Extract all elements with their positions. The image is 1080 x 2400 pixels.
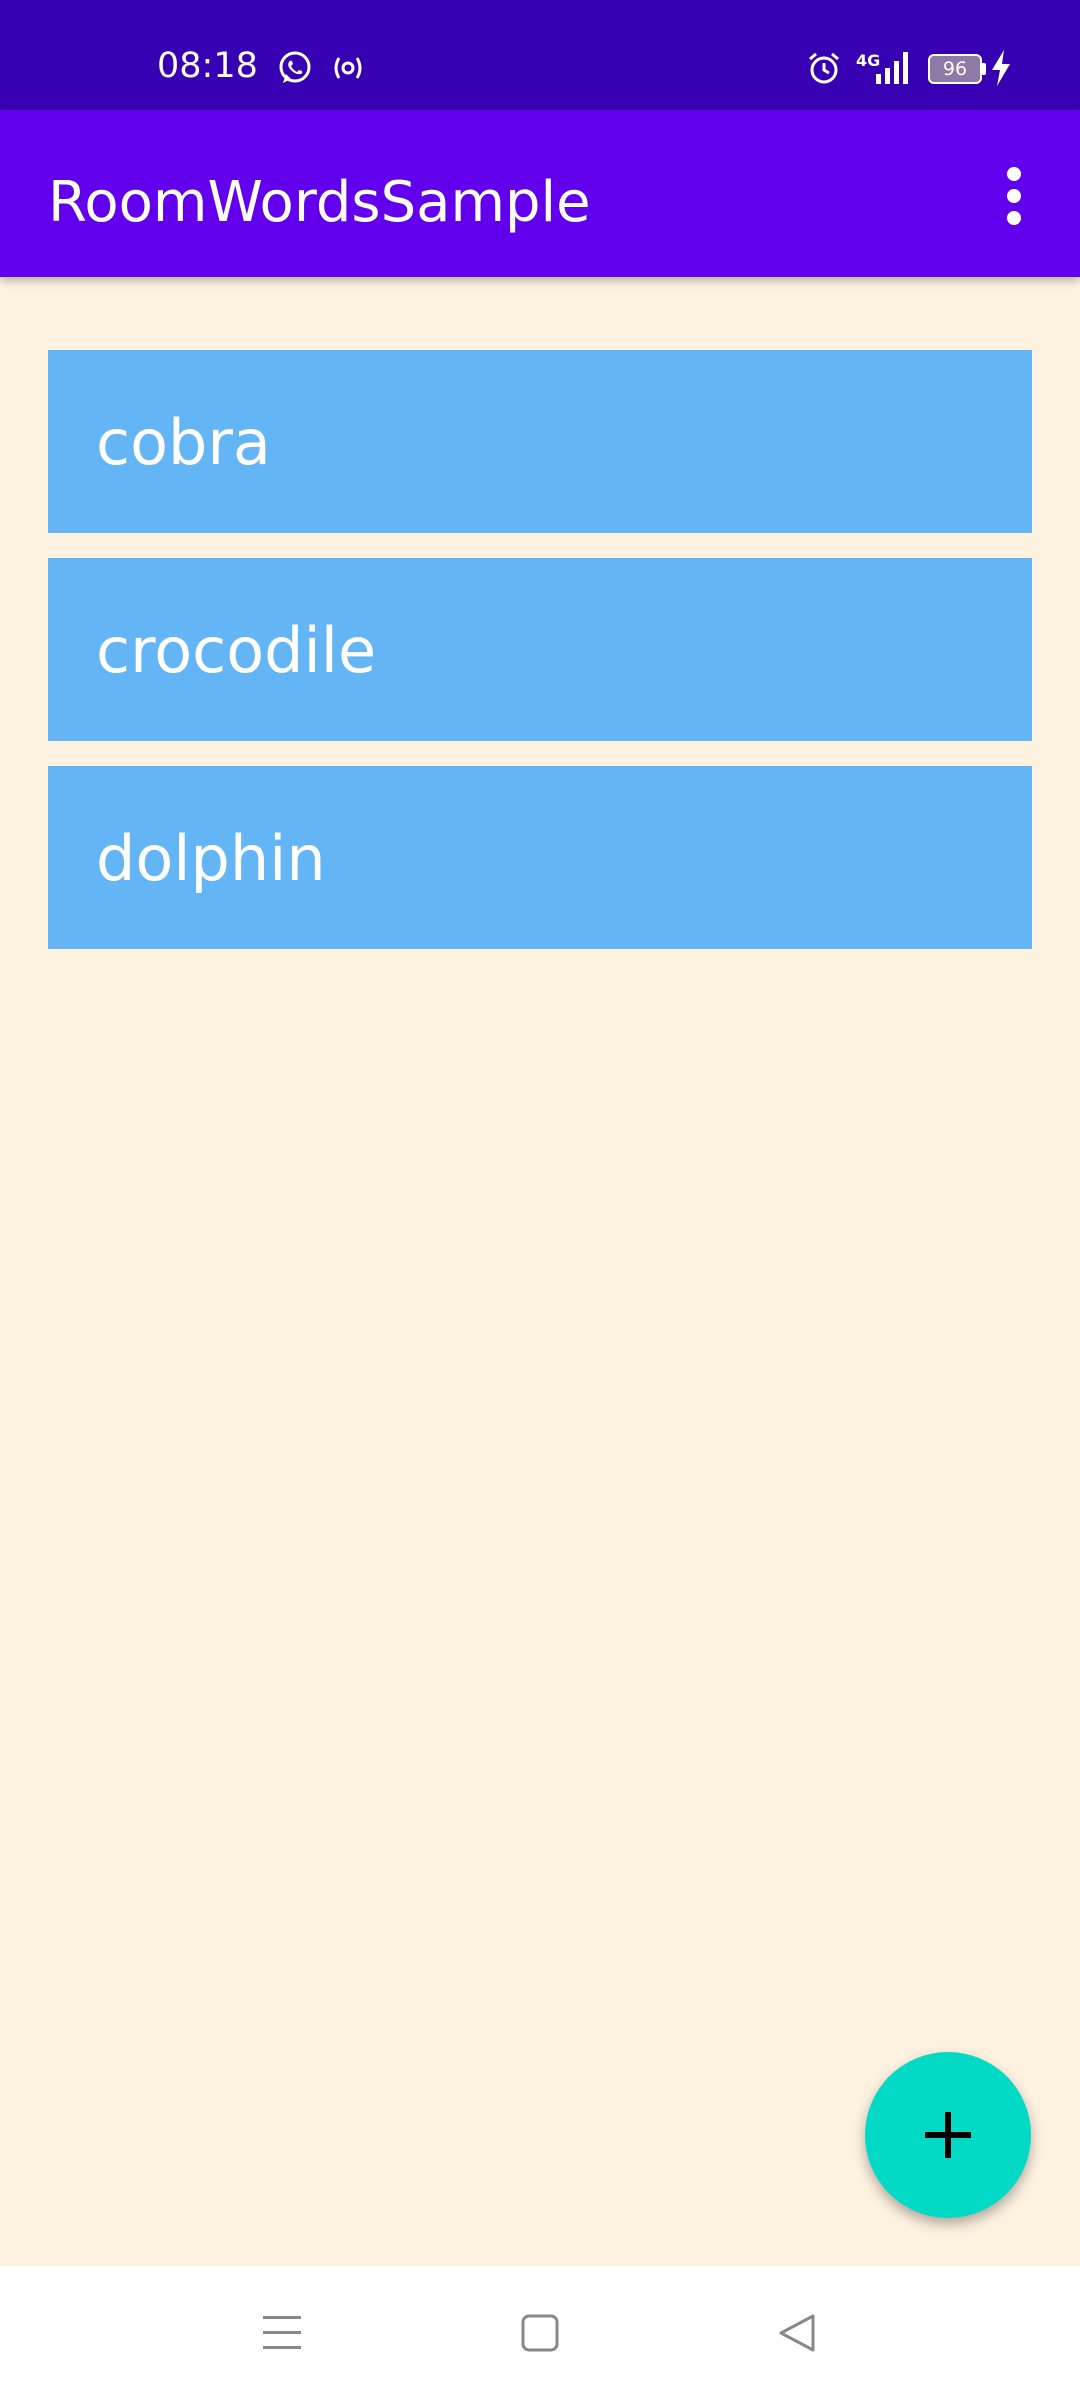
network-type-text: 4G — [856, 51, 880, 70]
status-bar: 08:18 4G 96 — [0, 0, 1080, 110]
word-list: cobra crocodile dolphin — [48, 350, 1032, 974]
list-item[interactable]: dolphin — [48, 766, 1032, 949]
overflow-menu-button[interactable] — [984, 160, 1044, 240]
battery-level-text: 96 — [942, 58, 968, 80]
alarm-icon — [809, 52, 839, 84]
word-text: cobra — [96, 406, 271, 479]
word-text: crocodile — [96, 614, 377, 687]
battery-icon: 96 — [928, 54, 986, 84]
home-icon — [521, 2314, 559, 2352]
list-item[interactable]: cobra — [48, 350, 1032, 533]
back-button[interactable] — [748, 2296, 848, 2370]
whatsapp-icon — [279, 51, 311, 83]
back-icon — [779, 2314, 815, 2352]
signal-icon: 4G — [856, 51, 908, 84]
word-text: dolphin — [96, 822, 326, 895]
list-item[interactable]: crocodile — [48, 558, 1032, 741]
app-title: RoomWordsSample — [48, 170, 591, 235]
recents-button[interactable] — [232, 2296, 332, 2370]
more-vert-icon — [1007, 167, 1021, 225]
add-icon — [925, 2112, 971, 2158]
menu-icon — [263, 2316, 301, 2349]
navigation-bar — [0, 2266, 1080, 2400]
app-bar: RoomWordsSample — [0, 110, 1080, 277]
add-word-button[interactable] — [865, 2052, 1031, 2218]
charging-icon — [992, 50, 1010, 86]
status-time: 08:18 — [157, 46, 258, 86]
home-button[interactable] — [490, 2296, 590, 2370]
hotspot-icon — [334, 57, 362, 79]
